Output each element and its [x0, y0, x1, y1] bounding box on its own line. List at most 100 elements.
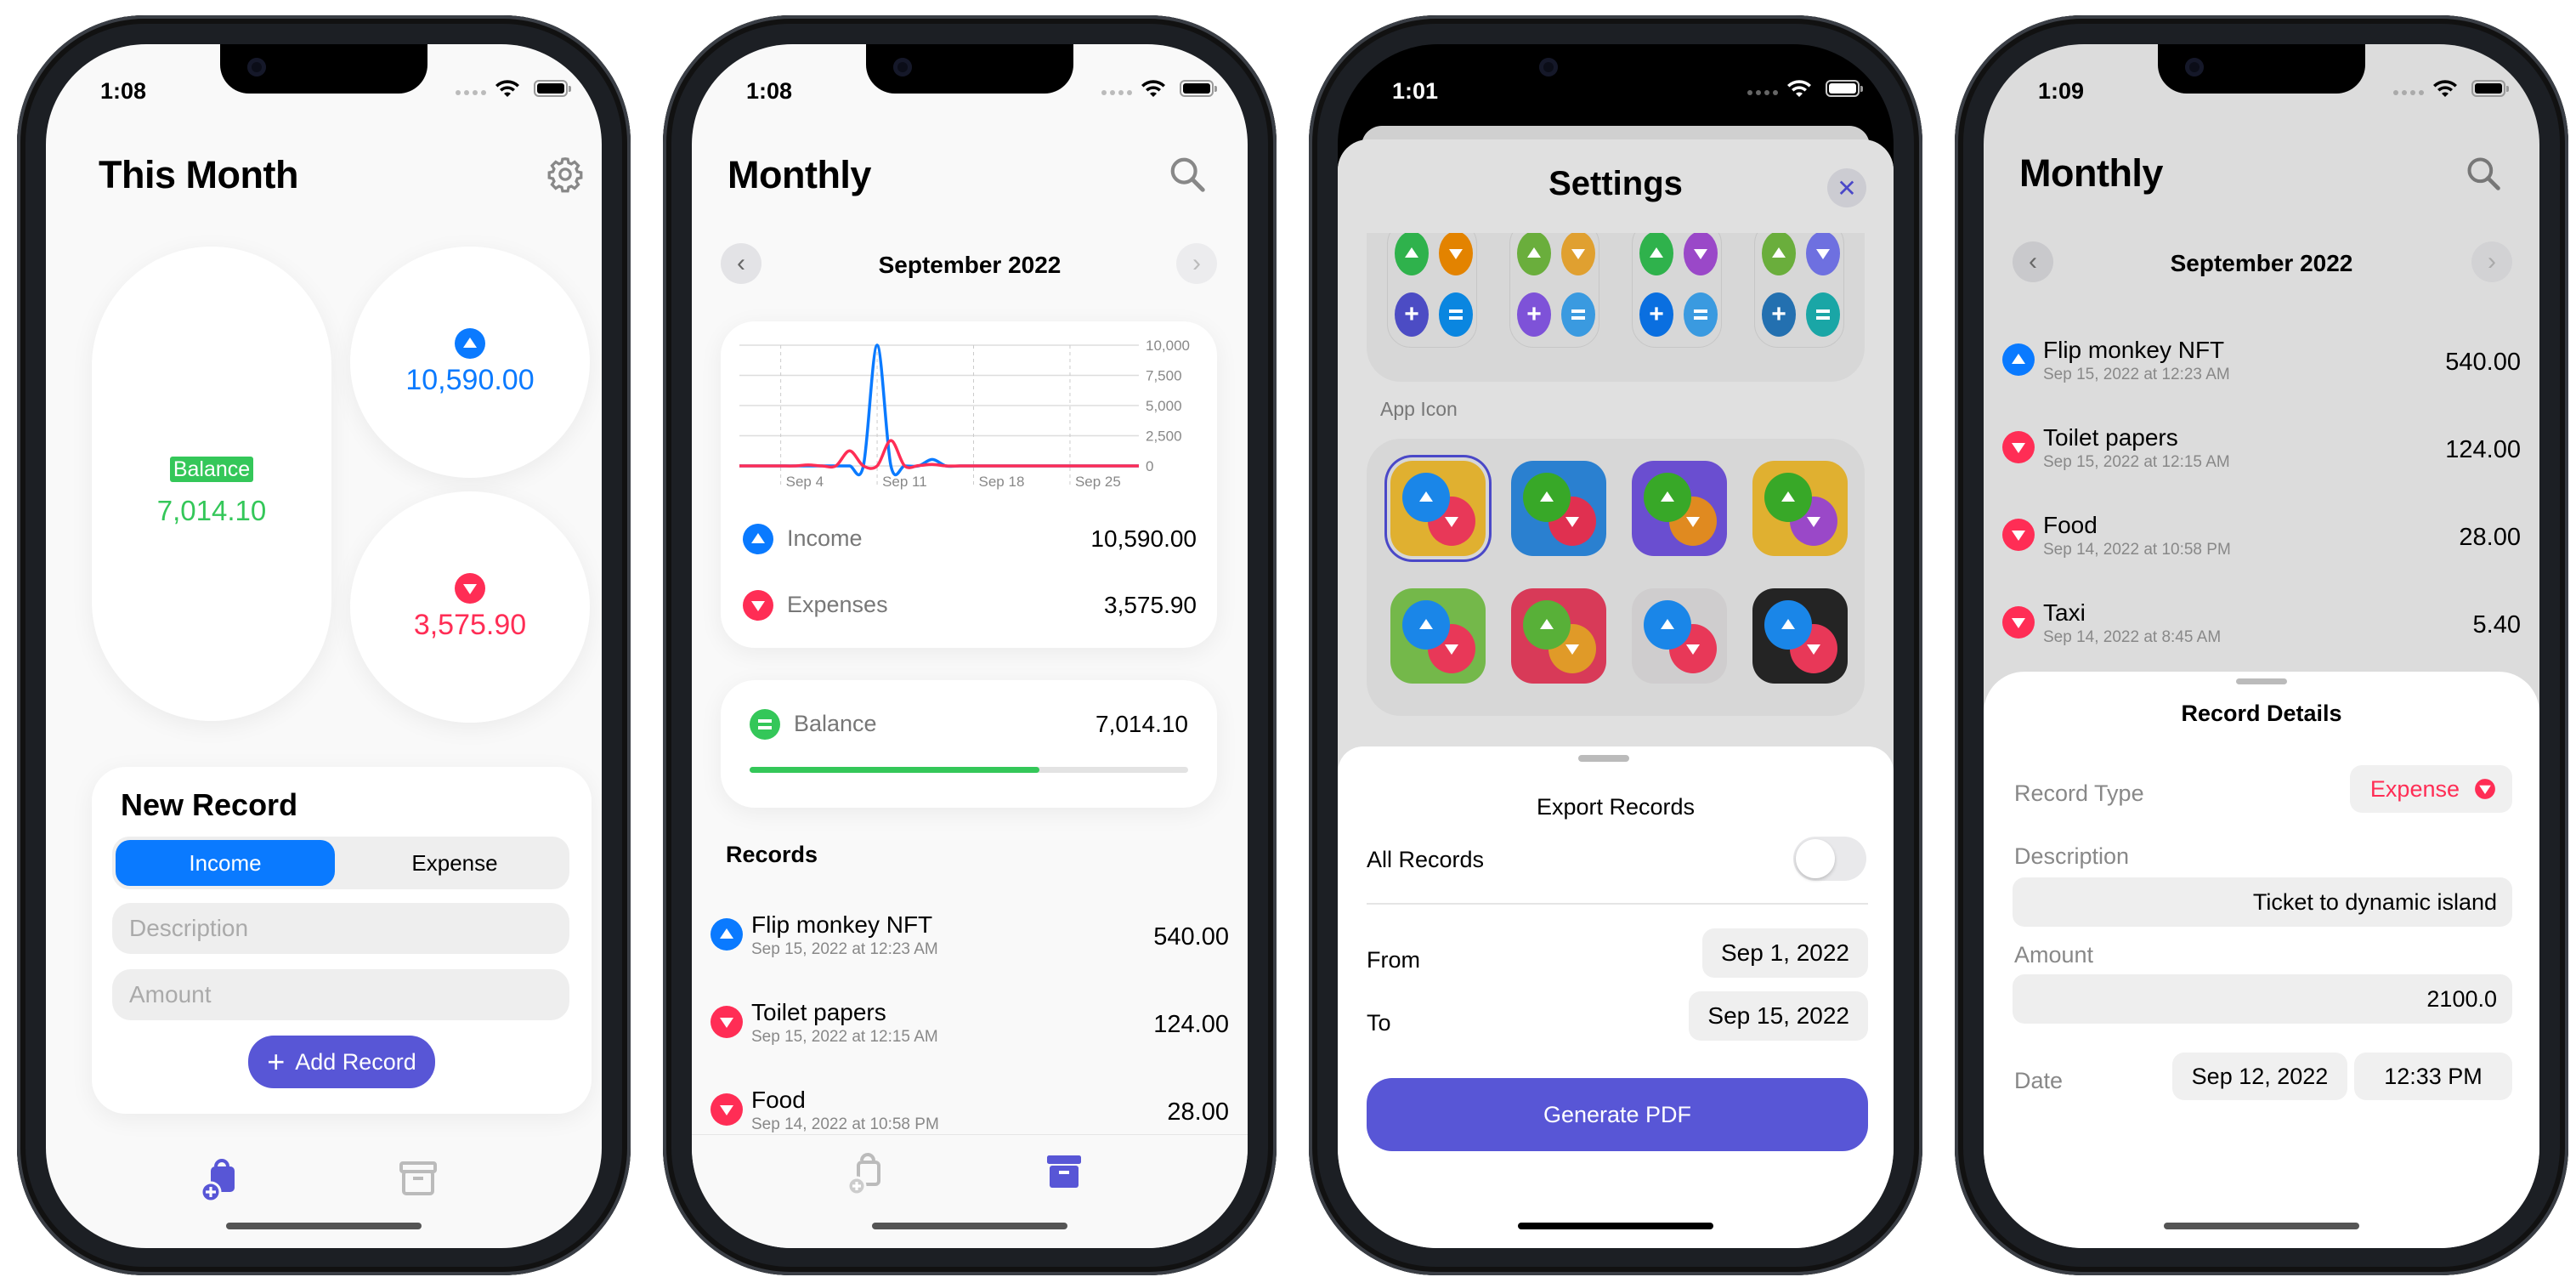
record-name: Food [2043, 512, 2098, 538]
theme-option[interactable]: + [1754, 220, 1844, 348]
time-picker[interactable]: 12:33 PM [2354, 1053, 2512, 1100]
app-icon-label: App Icon [1380, 398, 1458, 420]
record-row[interactable]: Taxi Sep 14, 2022 at 8:45 AM 5.40 [1984, 591, 2539, 667]
y-tick-label: 7,500 [1146, 368, 1182, 384]
magnifier-icon[interactable] [1168, 155, 1207, 194]
app-icon-option[interactable] [1511, 461, 1606, 556]
app-icon-option[interactable] [1752, 461, 1848, 556]
expense-icon [2002, 431, 2035, 463]
next-month-button[interactable]: › [1176, 243, 1217, 284]
record-name: Food [751, 1087, 806, 1113]
segment-expense[interactable]: Expense [343, 840, 566, 886]
balance-swatch-icon [1561, 292, 1595, 337]
status-bar: 1:01 [1338, 70, 1894, 104]
add-record-button[interactable]: + Add Record [248, 1036, 435, 1088]
income-swatch-icon [1395, 231, 1429, 275]
all-records-toggle[interactable] [1793, 837, 1866, 881]
income-swatch-icon [1517, 231, 1551, 275]
record-row[interactable]: Toilet papers Sep 15, 2022 at 12:15 AM 1… [1984, 416, 2539, 492]
screen-this-month: 1:08 This Month Balance 7,014.10 10,590.… [46, 44, 602, 1248]
y-tick-label: 2,500 [1146, 429, 1182, 445]
archive-box-icon[interactable] [1039, 1147, 1090, 1198]
generate-pdf-button[interactable]: Generate PDF [1367, 1078, 1868, 1151]
record-date: Sep 14, 2022 at 8:45 AM [2043, 628, 2222, 646]
divider [1367, 903, 1868, 905]
screen-record-details: 1:09 Monthly ‹ September 2022 › Flip mon… [1984, 44, 2539, 1248]
from-date-picker[interactable]: Sep 1, 2022 [1701, 928, 1868, 978]
to-date-picker[interactable]: Sep 15, 2022 [1689, 991, 1868, 1041]
app-icon-option[interactable] [1511, 588, 1606, 684]
wifi-icon [1787, 80, 1811, 97]
series-line-income [739, 343, 1139, 477]
expense-arrow-icon [2475, 779, 2495, 799]
next-month-button[interactable]: › [2471, 241, 2512, 282]
app-icon-option[interactable] [1390, 588, 1486, 684]
app-icon-option[interactable] [1752, 588, 1848, 684]
phone-frame: 1:09 Monthly ‹ September 2022 › Flip mon… [1955, 15, 2568, 1275]
expense-swatch-icon [1806, 231, 1840, 275]
gear-icon[interactable] [546, 155, 585, 194]
tab-bar [46, 1141, 602, 1248]
income-total: 10,590.00 [1090, 525, 1197, 552]
income-label: Income [787, 525, 863, 551]
record-date: Sep 14, 2022 at 10:58 PM [751, 1115, 939, 1133]
magnifier-icon[interactable] [2465, 155, 2502, 192]
segment-income[interactable]: Income [116, 840, 335, 886]
record-date: Sep 14, 2022 at 10:58 PM [2043, 541, 2231, 559]
x-tick-label: Sep 25 [1075, 474, 1121, 490]
battery-icon [1180, 80, 1217, 97]
up-arrow-icon [1523, 600, 1571, 650]
record-amount: 124.00 [1153, 1011, 1229, 1038]
record-row[interactable]: Toilet papers Sep 15, 2022 at 12:15 AM 1… [692, 990, 1248, 1067]
amount-input[interactable]: Amount [112, 969, 569, 1020]
record-row[interactable]: Flip monkey NFT Sep 15, 2022 at 12:23 AM… [692, 903, 1248, 979]
home-indicator [2164, 1223, 2359, 1229]
amount-label: Amount [2014, 942, 2094, 968]
sheet-grabber[interactable] [2236, 678, 2287, 684]
sheet-grabber[interactable] [1578, 755, 1629, 762]
theme-option[interactable]: + [1632, 220, 1722, 348]
income-icon [743, 524, 773, 554]
status-time: 1:08 [746, 78, 793, 104]
income-swatch-icon [1639, 231, 1673, 275]
description-input[interactable]: Description [112, 903, 569, 954]
date-picker[interactable]: Sep 12, 2022 [2172, 1053, 2347, 1100]
add-record-label: Add Record [295, 1048, 416, 1075]
app-icon-option[interactable] [1390, 461, 1486, 556]
archive-box-icon[interactable] [393, 1153, 444, 1204]
status-bar: 1:08 [692, 70, 1248, 104]
record-date: Sep 15, 2022 at 12:23 AM [751, 940, 938, 958]
bag-plus-icon[interactable] [195, 1153, 246, 1204]
theme-option[interactable]: + [1387, 220, 1477, 348]
record-row[interactable]: Flip monkey NFT Sep 15, 2022 at 12:23 AM… [1984, 328, 2539, 405]
theme-option[interactable]: + [1509, 220, 1599, 348]
record-name: Toilet papers [2043, 424, 2178, 451]
x-tick-label: Sep 11 [882, 474, 927, 490]
balance-label: Balance [794, 711, 877, 736]
record-type-value: Expense [2369, 775, 2460, 802]
expenses-total: 3,575.90 [1104, 592, 1197, 618]
bag-plus-icon[interactable] [841, 1147, 892, 1198]
to-label: To [1367, 1010, 1391, 1036]
record-type-label: Record Type [2014, 780, 2144, 806]
signal-icon [456, 90, 486, 95]
close-button[interactable]: ✕ [1827, 168, 1866, 207]
chevron-right-icon: › [1192, 249, 1201, 277]
app-icon-option[interactable] [1632, 588, 1727, 684]
home-indicator [872, 1223, 1067, 1229]
add-swatch-icon: + [1639, 292, 1673, 337]
up-arrow-icon [1523, 473, 1571, 522]
amount-input[interactable]: 2100.0 [2013, 974, 2512, 1024]
app-icon-option[interactable] [1632, 461, 1727, 556]
summary-card: 0 2,500 5,000 7,500 10,000 Sep 4 Sep 11 Sep 18 S… [721, 321, 1217, 648]
status-time: 1:01 [1392, 78, 1439, 104]
wifi-icon [2433, 80, 2457, 97]
record-type-picker[interactable]: Expense [2349, 765, 2512, 813]
description-input[interactable]: Ticket to dynamic island [2013, 877, 2512, 927]
record-amount: 28.00 [2459, 524, 2521, 551]
record-row[interactable]: Food Sep 14, 2022 at 10:58 PM 28.00 [1984, 503, 2539, 580]
record-name: Flip monkey NFT [2043, 337, 2225, 363]
record-amount: 540.00 [1153, 923, 1229, 951]
add-swatch-icon: + [1395, 292, 1429, 337]
expense-icon [711, 1006, 743, 1038]
